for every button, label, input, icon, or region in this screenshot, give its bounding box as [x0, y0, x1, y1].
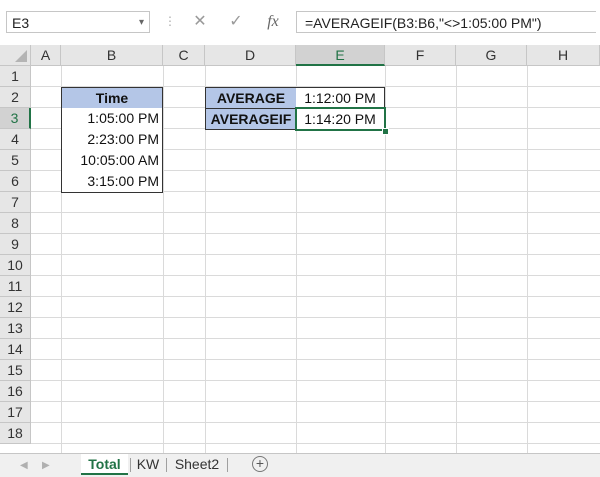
- gridline: [31, 359, 600, 360]
- select-all-corner[interactable]: [0, 45, 31, 66]
- name-box[interactable]: E3 ▾: [6, 11, 150, 33]
- column-header-b[interactable]: B: [61, 45, 163, 66]
- tab-separator: [130, 458, 131, 472]
- scroll-tabs-right-icon[interactable]: ▶: [42, 455, 50, 476]
- column-header-f[interactable]: F: [385, 45, 456, 66]
- add-sheet-icon[interactable]: +: [252, 456, 268, 472]
- column-header-h[interactable]: H: [527, 45, 600, 66]
- gridline: [31, 443, 600, 444]
- confirm-icon[interactable]: ✓: [226, 11, 246, 33]
- gridline: [456, 66, 457, 453]
- cell-e2-average-value[interactable]: 1:12:00 PM: [296, 87, 385, 109]
- tab-separator: [166, 458, 167, 472]
- gridline: [31, 296, 600, 297]
- row-header-5[interactable]: 5: [0, 150, 31, 171]
- gridline: [31, 275, 600, 276]
- gridline: [31, 212, 600, 213]
- tab-separator: [227, 458, 228, 472]
- gridline: [31, 317, 600, 318]
- active-cell-selection: [295, 107, 386, 131]
- row-header-14[interactable]: 14: [0, 339, 31, 360]
- cell-b4[interactable]: 2:23:00 PM: [61, 129, 163, 151]
- row-header-4[interactable]: 4: [0, 129, 31, 150]
- cell-d2-average-label[interactable]: AVERAGE: [205, 87, 297, 109]
- gridline: [31, 254, 600, 255]
- row-header-17[interactable]: 17: [0, 402, 31, 423]
- row-header-11[interactable]: 11: [0, 276, 31, 297]
- cell-b6[interactable]: 3:15:00 PM: [61, 171, 163, 193]
- gridline: [31, 233, 600, 234]
- cell-b3[interactable]: 1:05:00 PM: [61, 108, 163, 130]
- column-header-c[interactable]: C: [163, 45, 205, 66]
- gridline: [31, 380, 600, 381]
- row-header-1[interactable]: 1: [0, 66, 31, 87]
- gridline: [527, 66, 528, 453]
- select-all-icon: [15, 50, 27, 62]
- gridline: [31, 338, 600, 339]
- row-header-16[interactable]: 16: [0, 381, 31, 402]
- cell-b5[interactable]: 10:05:00 AM: [61, 150, 163, 172]
- column-header-e[interactable]: E: [296, 45, 385, 66]
- row-header-15[interactable]: 15: [0, 360, 31, 381]
- gridline: [163, 66, 164, 453]
- row-header-9[interactable]: 9: [0, 234, 31, 255]
- fill-handle[interactable]: [382, 128, 389, 135]
- chevron-down-icon[interactable]: ▾: [139, 12, 144, 34]
- row-header-18[interactable]: 18: [0, 423, 31, 444]
- row-header-12[interactable]: 12: [0, 297, 31, 318]
- insert-function-icon[interactable]: fx: [262, 11, 284, 33]
- column-header-d[interactable]: D: [205, 45, 296, 66]
- cancel-icon[interactable]: ✕: [190, 11, 210, 33]
- column-header-g[interactable]: G: [456, 45, 527, 66]
- name-box-value: E3: [12, 15, 30, 31]
- scroll-tabs-left-icon[interactable]: ◀: [20, 455, 28, 476]
- cell-b2-time-header[interactable]: Time: [61, 87, 163, 109]
- tab-kw[interactable]: KW: [132, 454, 164, 475]
- drag-handle-icon[interactable]: ⋮: [164, 14, 176, 28]
- row-header-3[interactable]: 3: [0, 108, 31, 129]
- row-header-10[interactable]: 10: [0, 255, 31, 276]
- row-header-6[interactable]: 6: [0, 171, 31, 192]
- tab-sheet2[interactable]: Sheet2: [169, 454, 225, 475]
- row-header-7[interactable]: 7: [0, 192, 31, 213]
- row-header-2[interactable]: 2: [0, 87, 31, 108]
- column-header-a[interactable]: A: [31, 45, 61, 66]
- tab-total[interactable]: Total: [81, 454, 128, 475]
- row-header-8[interactable]: 8: [0, 213, 31, 234]
- gridline: [31, 422, 600, 423]
- row-header-13[interactable]: 13: [0, 318, 31, 339]
- gridline: [31, 401, 600, 402]
- cell-d3-averageif-label[interactable]: AVERAGEIF: [205, 108, 297, 130]
- formula-input[interactable]: =AVERAGEIF(B3:B6,"<>1:05:00 PM"): [296, 11, 596, 33]
